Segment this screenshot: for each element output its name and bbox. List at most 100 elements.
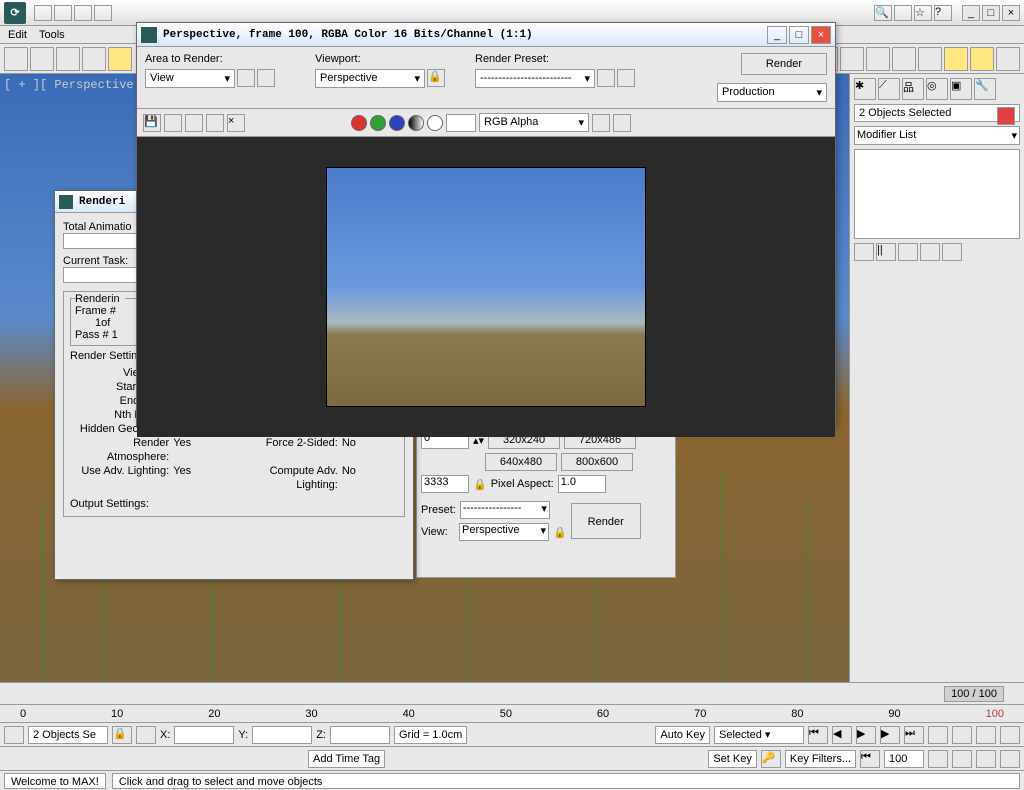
modifier-stack[interactable] [854, 149, 1020, 239]
red-channel-icon[interactable] [351, 115, 367, 131]
lock-aspect-icon[interactable]: 🔒 [473, 478, 487, 491]
time-config-icon[interactable] [928, 750, 948, 768]
arrow-icon[interactable] [30, 47, 54, 71]
star-icon[interactable]: ☆ [914, 5, 932, 21]
render-max-button[interactable]: □ [789, 26, 809, 44]
key-icon[interactable]: 🔑 [761, 750, 781, 768]
blue-channel-icon[interactable] [389, 115, 405, 131]
abs-rel-icon[interactable] [136, 726, 156, 744]
key-prev-icon[interactable]: ⏮ [860, 750, 880, 768]
current-frame-input[interactable]: 100 [884, 750, 924, 768]
toggle-ui-icon[interactable] [613, 114, 631, 132]
addtimetag-button[interactable]: Add Time Tag [308, 750, 385, 768]
viewport-select[interactable]: Perspective▾ [315, 69, 425, 88]
render-button[interactable]: Render [741, 53, 827, 75]
green-channel-icon[interactable] [370, 115, 386, 131]
selection-lock-icon[interactable]: 🔒 [112, 726, 132, 744]
size-640-button[interactable]: 640x480 [485, 453, 557, 471]
print-icon[interactable] [206, 114, 224, 132]
z-input[interactable] [330, 726, 390, 744]
clone-window-icon[interactable] [185, 114, 203, 132]
configure-sets-icon[interactable] [942, 243, 962, 261]
make-unique-icon[interactable] [898, 243, 918, 261]
autokey-button[interactable]: Auto Key [655, 726, 710, 744]
copy-image-icon[interactable] [164, 114, 182, 132]
frame-slider-thumb[interactable]: 100 / 100 [944, 686, 1004, 702]
rect-select-icon[interactable] [56, 47, 80, 71]
color-swatch-icon[interactable] [446, 114, 476, 132]
view-dropdown[interactable]: Perspective▾ [459, 523, 549, 541]
size-800-button[interactable]: 800x600 [561, 453, 633, 471]
curve-editor-icon[interactable] [866, 47, 890, 71]
setkey-button[interactable]: Set Key [708, 750, 757, 768]
teapot-icon[interactable] [996, 47, 1020, 71]
aspect-spinner[interactable]: 3333 [421, 475, 469, 493]
lock-view-icon[interactable]: 🔒 [553, 526, 567, 539]
render-setup-render-button[interactable]: Render [571, 503, 641, 539]
render-setup-dialog-icon[interactable] [617, 69, 635, 87]
close-button[interactable]: × [1002, 5, 1020, 21]
schematic-icon[interactable] [892, 47, 916, 71]
time-ruler[interactable]: 0102030405060708090100 [0, 704, 1024, 722]
create-tab-icon[interactable]: ✱ [854, 78, 876, 100]
window-select-icon[interactable] [82, 47, 106, 71]
render-window-titlebar[interactable]: Perspective, frame 100, RGBA Color 16 Bi… [137, 23, 835, 47]
nav-region-icon[interactable] [1000, 726, 1020, 744]
region-edit-icon[interactable] [237, 69, 255, 87]
material-icon[interactable] [918, 47, 942, 71]
play-icon[interactable]: ▶ [856, 726, 876, 744]
color-swatch[interactable] [997, 107, 1015, 125]
motion-tab-icon[interactable]: ◎ [926, 78, 948, 100]
nav-orbit-icon[interactable] [952, 750, 972, 768]
goto-start-icon[interactable]: ⏮ [808, 726, 828, 744]
tool-icon[interactable] [894, 5, 912, 21]
preset-dropdown[interactable]: ----------------▾ [460, 501, 550, 519]
open-icon[interactable] [54, 5, 72, 21]
prev-frame-icon[interactable]: ◀ [832, 726, 852, 744]
preset-select[interactable]: -------------------------▾ [475, 69, 595, 88]
binoculars-icon[interactable]: 🔍 [874, 5, 892, 21]
nav-fov-icon[interactable] [976, 726, 996, 744]
layers-icon[interactable] [840, 47, 864, 71]
toggle-overlay-icon[interactable] [592, 114, 610, 132]
pixel-aspect-spinner[interactable]: 1.0 [558, 475, 606, 493]
modifier-list-dropdown[interactable]: Modifier List▾ [854, 126, 1020, 145]
render-frame-icon[interactable] [970, 47, 994, 71]
region-auto-icon[interactable] [257, 69, 275, 87]
remove-modifier-icon[interactable] [920, 243, 940, 261]
menu-tools[interactable]: Tools [39, 29, 65, 41]
utilities-tab-icon[interactable]: 🔧 [974, 78, 996, 100]
keymode-select[interactable]: Selected ▾ [714, 726, 804, 744]
render-setup-icon[interactable] [944, 47, 968, 71]
nav-max-icon[interactable] [1000, 750, 1020, 768]
nav-pan-icon[interactable] [928, 726, 948, 744]
keyfilters-button[interactable]: Key Filters... [785, 750, 856, 768]
production-select[interactable]: Production▾ [717, 83, 827, 102]
time-slider[interactable]: 100 / 100 [0, 682, 1024, 704]
y-input[interactable] [252, 726, 312, 744]
display-tab-icon[interactable]: ▣ [950, 78, 972, 100]
x-input[interactable] [174, 726, 234, 744]
modify-tab-icon[interactable]: ⟋ [878, 78, 900, 100]
clear-icon[interactable]: × [227, 114, 245, 132]
move-icon[interactable] [108, 47, 132, 71]
nav-dolly-icon[interactable] [976, 750, 996, 768]
save-icon[interactable] [74, 5, 92, 21]
show-result-icon[interactable]: || [876, 243, 896, 261]
lock-selection-icon[interactable] [4, 726, 24, 744]
mono-channel-icon[interactable] [427, 115, 443, 131]
select-icon[interactable] [4, 47, 28, 71]
render-close-button[interactable]: × [811, 26, 831, 44]
render-canvas[interactable] [137, 137, 835, 437]
area-select[interactable]: View▾ [145, 69, 235, 88]
env-dialog-icon[interactable] [597, 69, 615, 87]
next-frame-icon[interactable]: ▶ [880, 726, 900, 744]
minimize-button[interactable]: _ [962, 5, 980, 21]
goto-end-icon[interactable]: ⏭ [904, 726, 924, 744]
new-icon[interactable] [34, 5, 52, 21]
channel-select[interactable]: RGB Alpha▾ [479, 113, 589, 132]
render-min-button[interactable]: _ [767, 26, 787, 44]
help-icon[interactable]: ? [934, 5, 952, 21]
menu-edit[interactable]: Edit [8, 29, 27, 41]
maximize-button[interactable]: □ [982, 5, 1000, 21]
